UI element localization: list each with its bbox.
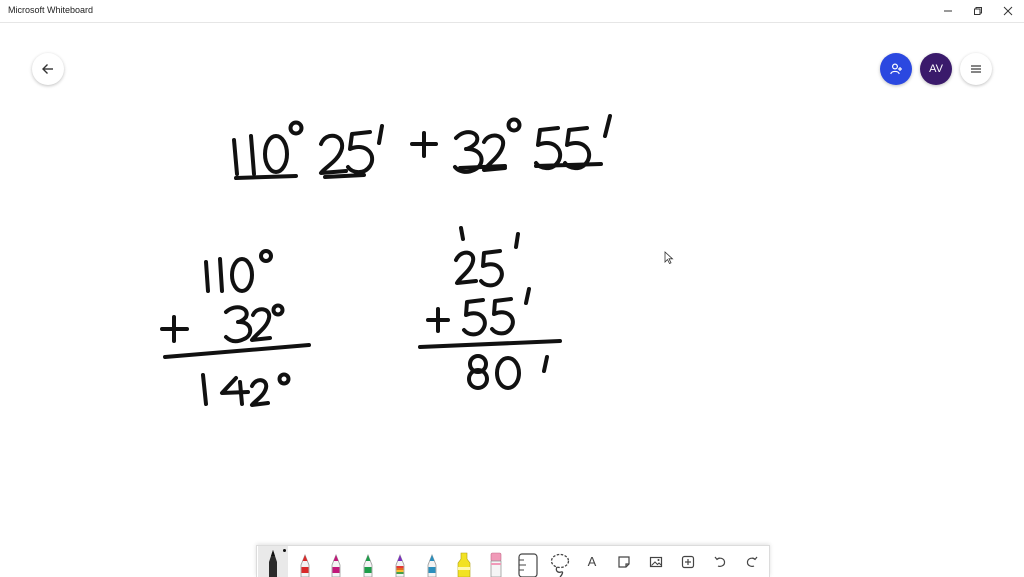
minimize-icon	[944, 10, 952, 12]
ink-right-sum	[418, 226, 562, 390]
ruler-icon	[518, 553, 538, 577]
pen-icon	[331, 553, 341, 577]
tool-text[interactable]: A	[577, 546, 607, 577]
rainbow-pen-icon	[395, 553, 405, 577]
highlighter-icon	[457, 552, 471, 577]
restore-button[interactable]	[962, 0, 994, 22]
tool-pen-red[interactable]	[290, 546, 320, 577]
tool-image[interactable]	[641, 546, 671, 577]
ink-left-sum	[160, 249, 311, 407]
whiteboard-canvas[interactable]: AV	[0, 23, 1024, 576]
tool-insert[interactable]	[673, 546, 703, 577]
tool-eraser[interactable]	[481, 546, 511, 577]
undo-button[interactable]	[705, 546, 735, 577]
ink-toolbar: A	[256, 545, 770, 577]
close-icon	[1003, 6, 1013, 16]
ink-expression	[232, 114, 612, 180]
lasso-icon	[550, 553, 570, 577]
tool-ruler[interactable]	[513, 546, 543, 577]
ink-layer	[160, 114, 612, 407]
pen-icon	[300, 553, 310, 577]
galaxy-pen-icon	[427, 553, 437, 577]
redo-icon	[746, 556, 758, 567]
restore-icon	[974, 7, 982, 15]
pen-icon	[269, 550, 277, 577]
tool-pen-galaxy[interactable]	[417, 546, 447, 577]
tool-sticky-note[interactable]	[609, 546, 639, 577]
tool-pen-magenta[interactable]	[321, 546, 351, 577]
redo-button[interactable]	[737, 546, 767, 577]
add-box-icon	[681, 555, 695, 568]
app-title: Microsoft Whiteboard	[8, 5, 94, 15]
title-bar: Microsoft Whiteboard	[0, 0, 1024, 23]
close-button[interactable]	[992, 0, 1024, 22]
undo-icon	[714, 556, 726, 567]
active-tool-indicator	[283, 549, 286, 552]
text-tool-icon: A	[587, 554, 597, 569]
image-icon	[649, 556, 663, 567]
sticky-note-icon	[618, 555, 630, 568]
minimize-button[interactable]	[932, 0, 964, 22]
tool-pen-rainbow[interactable]	[385, 546, 415, 577]
tool-pen-green[interactable]	[353, 546, 383, 577]
tool-lasso[interactable]	[545, 546, 575, 577]
pen-icon	[363, 553, 373, 577]
tool-highlighter[interactable]	[449, 546, 479, 577]
eraser-icon	[490, 552, 502, 577]
mouse-cursor-icon	[664, 251, 674, 265]
